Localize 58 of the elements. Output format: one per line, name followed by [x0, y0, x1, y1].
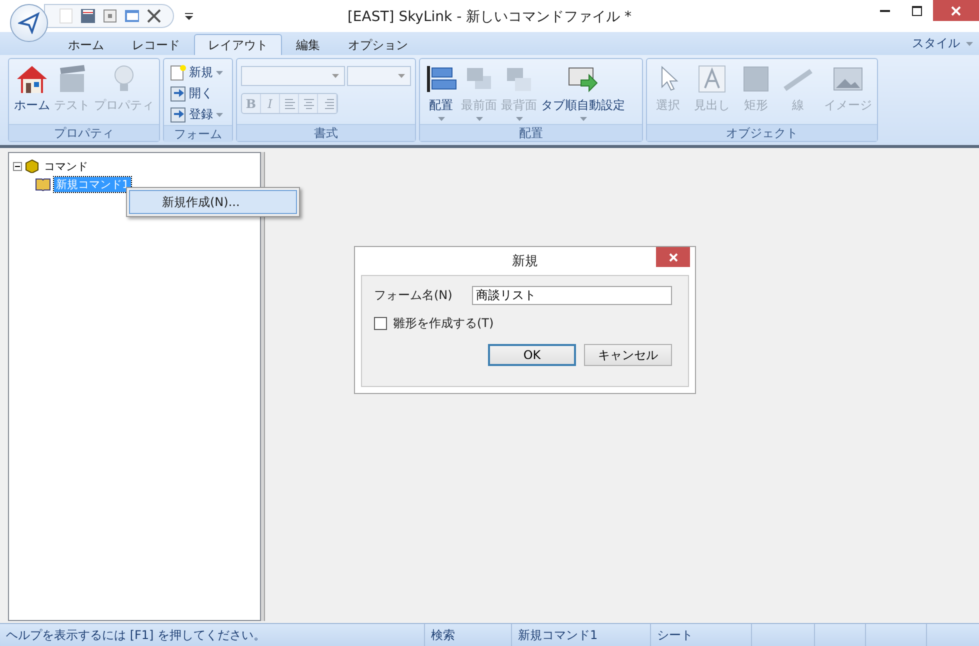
close-icon: [668, 252, 678, 262]
ribbon-tab[interactable]: ホーム: [54, 34, 118, 55]
ribbon-button[interactable]: 登録: [168, 104, 225, 125]
caret-icon: [966, 42, 973, 46]
tree-item[interactable]: コマンド: [42, 158, 90, 174]
close-icon: [951, 6, 961, 16]
checkbox[interactable]: [374, 317, 387, 330]
text-label-icon: [696, 64, 728, 94]
group-title: 書式: [314, 124, 338, 142]
caret-icon: [332, 74, 339, 78]
caret-icon: [185, 12, 193, 20]
status-text: 新規コマンド1: [512, 624, 651, 646]
close-button[interactable]: [933, 0, 979, 21]
caret-icon: [398, 74, 405, 78]
ribbon-button[interactable]: 配置: [424, 62, 458, 124]
register-form-icon: [170, 106, 186, 122]
ribbon-button[interactable]: 新規: [168, 62, 225, 83]
new-document-icon: [170, 64, 186, 80]
group-title: 配置: [519, 124, 543, 142]
form-name-field[interactable]: 商談リスト: [472, 286, 672, 305]
ribbon-tab[interactable]: レイアウト: [194, 34, 282, 55]
status-text: シート: [651, 624, 752, 646]
window-title: [EAST] SkyLink - 新しいコマンドファイル *: [346, 8, 633, 26]
window-icon: [124, 8, 140, 24]
open-form-icon: [170, 86, 186, 102]
ribbon-tab[interactable]: レコード: [118, 34, 194, 55]
save-icon: [80, 8, 96, 24]
style-menu[interactable]: スタイル: [906, 34, 979, 53]
ribbon-tab[interactable]: オプション: [334, 34, 422, 55]
field-label: フォーム名(N): [374, 287, 454, 304]
form-toolbar-button[interactable]: [101, 7, 119, 25]
minimize-icon: [880, 10, 890, 12]
maximize-icon: [912, 6, 922, 16]
paper-plane-icon: [18, 12, 40, 34]
save-button[interactable]: [79, 7, 97, 25]
dialog-button[interactable]: キャンセル: [584, 344, 672, 366]
align-text-icon: [301, 98, 315, 110]
ribbon-tab[interactable]: 編集: [282, 34, 334, 55]
group-title: フォーム: [174, 126, 222, 142]
book-icon: [35, 177, 51, 191]
small-window-icon: [102, 8, 118, 24]
status-text: 検索: [425, 624, 512, 646]
group-title: プロパティ: [54, 124, 114, 142]
align-text-icon: [282, 98, 296, 110]
align-icon: [425, 64, 457, 94]
close-button[interactable]: [656, 247, 690, 267]
dialog-title: 新規: [512, 253, 538, 270]
ribbon-button[interactable]: タブ順自動設定: [540, 62, 626, 124]
window-toolbar-button[interactable]: [123, 7, 141, 25]
blank-page-icon: [59, 8, 73, 24]
checkbox-label: 雛形を作成する(T): [393, 315, 494, 332]
ribbon-button[interactable]: 開く: [168, 83, 225, 104]
ribbon-button[interactable]: ホーム: [13, 62, 51, 124]
dialog-button[interactable]: OK: [488, 344, 576, 366]
status-text: ヘルプを表示するには [F1] を押してください。: [0, 624, 425, 646]
menu-item[interactable]: 新規作成(N)...: [129, 190, 297, 214]
house-icon: [16, 64, 48, 94]
group-title: オブジェクト: [726, 124, 798, 142]
